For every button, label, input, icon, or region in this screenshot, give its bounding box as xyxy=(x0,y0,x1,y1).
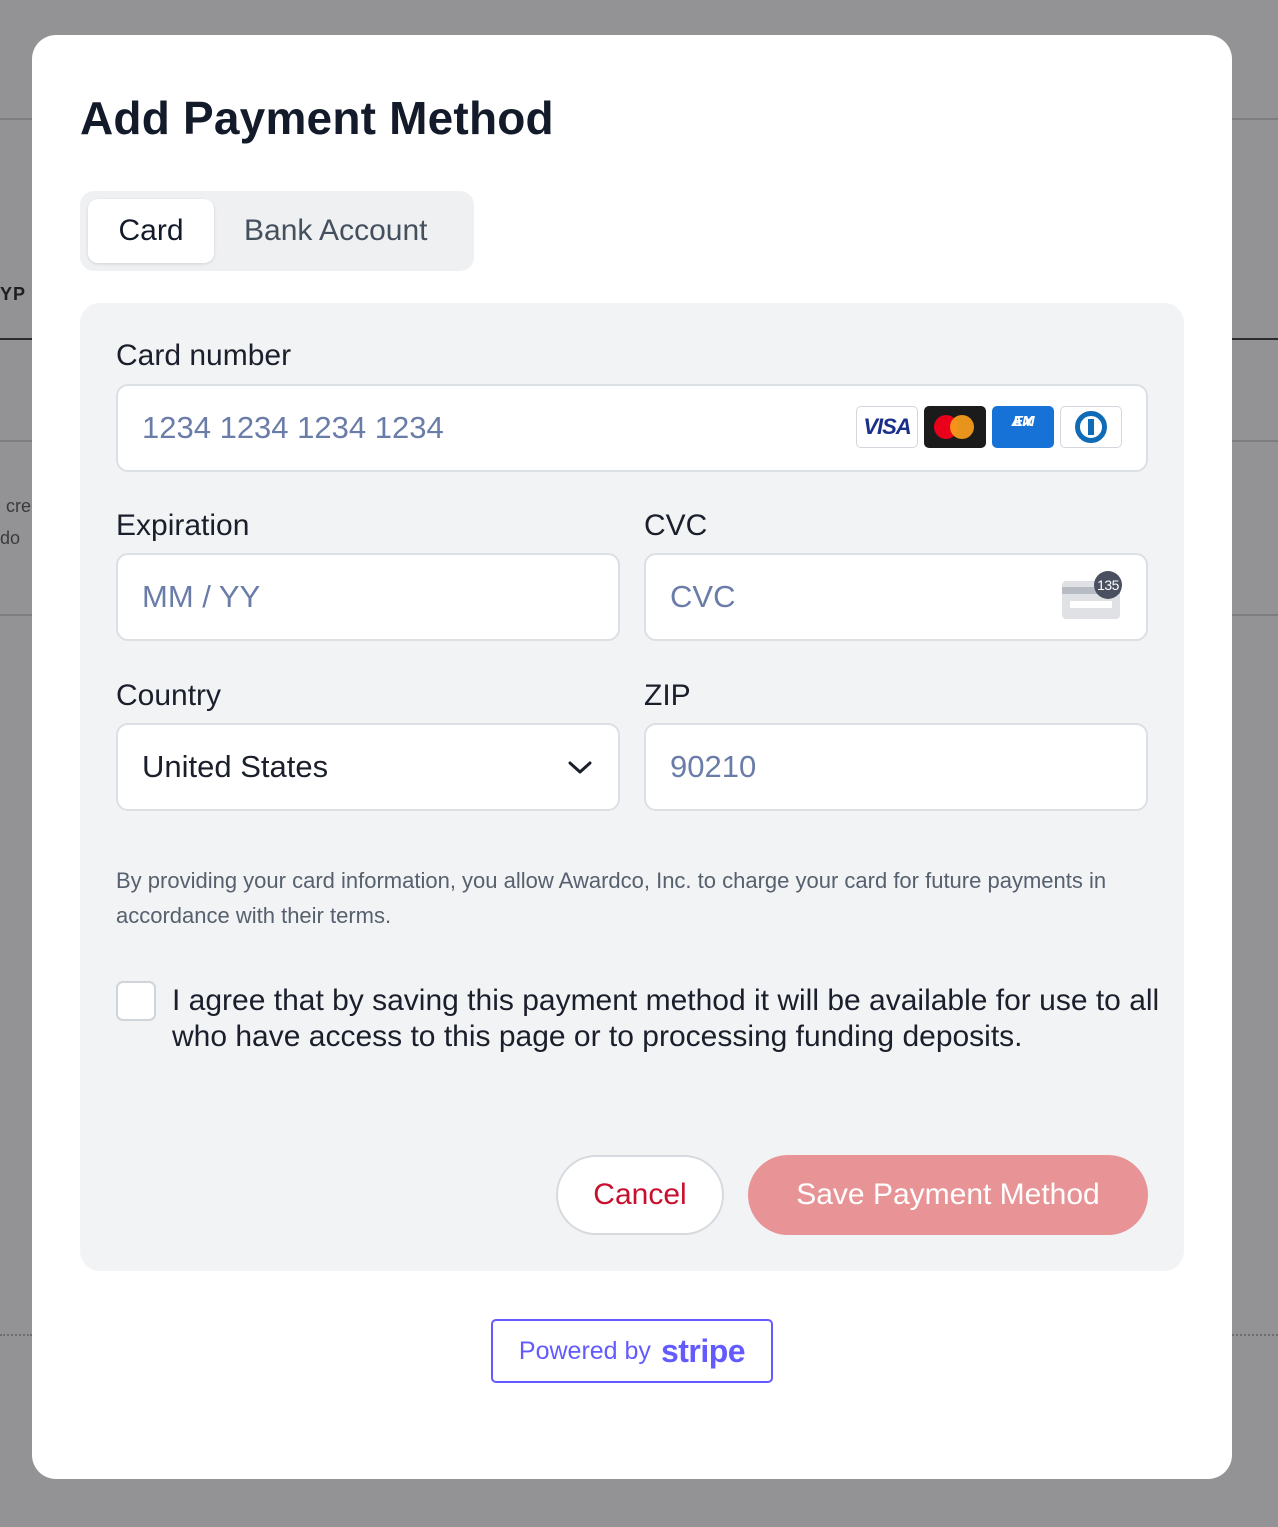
cvc-card-icon: 135 xyxy=(1062,571,1122,619)
expiration-input[interactable]: MM / YY xyxy=(116,553,620,641)
background-divider xyxy=(0,614,32,616)
background-divider xyxy=(0,118,32,120)
expiration-label: Expiration xyxy=(116,509,250,542)
visa-icon: VISA xyxy=(856,406,918,448)
country-label: Country xyxy=(116,679,222,712)
agree-text[interactable]: I agree that by saving this payment meth… xyxy=(172,983,1162,1055)
card-authorization-disclaimer: By providing your card information, you … xyxy=(116,868,1107,928)
modal-title: Add Payment Method xyxy=(80,92,554,144)
cvc-input[interactable]: CVC 135 xyxy=(644,553,1148,641)
save-payment-method-button[interactable]: Save Payment Method xyxy=(748,1155,1148,1235)
country-select[interactable]: United States xyxy=(116,723,620,811)
powered-by-label: Powered by xyxy=(518,1336,651,1365)
card-brands: VISA AM EX xyxy=(856,406,1122,448)
card-number-placeholder: 1234 1234 1234 1234 xyxy=(142,410,444,445)
background-text: cre xyxy=(6,496,32,516)
zip-label: ZIP xyxy=(644,679,691,712)
payment-type-tabs: Card Bank Account xyxy=(80,191,474,271)
diners-icon xyxy=(1060,406,1122,448)
card-number-label: Card number xyxy=(116,339,292,372)
mastercard-icon xyxy=(924,406,986,448)
background-divider xyxy=(0,440,32,442)
powered-by-stripe-link[interactable]: Powered by stripe xyxy=(491,1319,773,1383)
card-form-panel: Card number 1234 1234 1234 1234 VISA AM E… xyxy=(80,303,1184,1271)
background-dotted-divider xyxy=(1232,1334,1278,1336)
stripe-logo: stripe xyxy=(660,1332,746,1369)
background-divider xyxy=(1232,338,1278,340)
zip-input[interactable]: 90210 xyxy=(644,723,1148,811)
cvc-badge: 135 xyxy=(1094,571,1122,599)
tab-bank-account[interactable]: Bank Account xyxy=(244,199,427,263)
amex-icon: AM EX xyxy=(992,406,1054,448)
background-divider xyxy=(1232,440,1278,442)
background-divider xyxy=(1232,118,1278,120)
add-payment-method-modal: Add Payment Method Card Bank Account Car… xyxy=(32,35,1232,1479)
expiration-placeholder: MM / YY xyxy=(142,579,261,614)
cvc-placeholder: CVC xyxy=(670,579,736,614)
chevron-down-icon xyxy=(568,761,592,774)
cvc-label: CVC xyxy=(644,509,708,542)
zip-placeholder: 90210 xyxy=(670,749,757,784)
background-text: do xyxy=(0,528,21,548)
card-number-input[interactable]: 1234 1234 1234 1234 VISA AM EX xyxy=(116,384,1148,472)
background-divider xyxy=(1232,614,1278,616)
background-dotted-divider xyxy=(0,1334,32,1336)
agree-checkbox[interactable] xyxy=(116,981,156,1021)
background-column-header: YP xyxy=(0,284,27,304)
country-value: United States xyxy=(142,749,329,784)
cancel-button[interactable]: Cancel xyxy=(556,1155,724,1235)
background-divider xyxy=(0,338,32,340)
tab-card[interactable]: Card xyxy=(88,199,214,263)
